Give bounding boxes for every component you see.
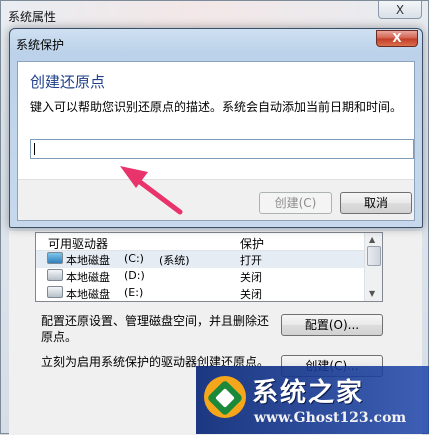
watermark-banner: 系统之家 www.Ghost123.com xyxy=(196,366,429,434)
watermark-site-url: www.Ghost123.com xyxy=(254,410,407,426)
watermark-site-name: 系统之家 xyxy=(252,378,365,408)
site-logo-icon xyxy=(204,376,246,418)
